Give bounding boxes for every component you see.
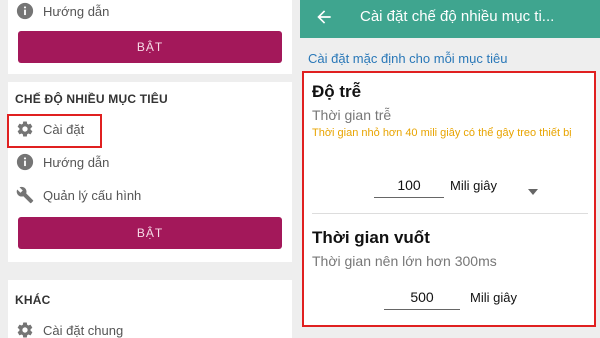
delay-value-input[interactable]: 100 <box>374 177 444 193</box>
delay-subtitle: Thời gian trễ <box>312 107 392 123</box>
swipe-value-input[interactable]: 500 <box>384 289 460 305</box>
swipe-unit-label: Mili giây <box>470 290 517 305</box>
left-panel: Hướng dẫn BẬT CHẾ ĐỘ NHIỀU MỤC TIÊU Cài … <box>0 0 300 338</box>
delay-unit-select[interactable]: Mili giây <box>450 178 497 193</box>
help-label: Hướng dẫn <box>43 3 110 19</box>
swipe-input-underline <box>384 309 460 310</box>
config-manager-label: Quản lý cấu hình <box>43 187 142 203</box>
back-arrow-icon[interactable] <box>314 7 334 27</box>
app-bar: Cài đặt chế độ nhiều mục ti... <box>300 0 600 38</box>
help-row[interactable]: Hướng dẫn <box>8 0 292 24</box>
multi-target-card: CHẾ ĐỘ NHIỀU MỤC TIÊU Cài đặt Hướng dẫn … <box>8 82 292 262</box>
general-settings-row[interactable]: Cài đặt chung <box>8 317 292 338</box>
swipe-heading: Thời gian vuốt <box>312 228 430 247</box>
help-row[interactable]: Hướng dẫn <box>8 149 292 175</box>
wrench-icon <box>15 185 35 205</box>
info-icon <box>15 1 35 21</box>
swipe-subtitle: Thời gian nên lớn hơn 300ms <box>312 253 497 269</box>
gear-icon <box>15 320 35 338</box>
highlight-box <box>7 114 102 148</box>
page-title: Cài đặt chế độ nhiều mục ti... <box>360 8 555 25</box>
delay-warning: Thời gian nhỏ hơn 40 mili giây có thể gâ… <box>312 127 572 139</box>
help-card: Hướng dẫn BẬT <box>8 0 292 74</box>
section-title-other: KHÁC <box>15 293 51 307</box>
delay-heading: Độ trễ <box>312 82 362 101</box>
divider <box>312 213 588 214</box>
other-card: KHÁC Cài đặt chung <box>8 280 292 338</box>
enable-button[interactable]: BẬT <box>18 217 282 249</box>
settings-box: Độ trễ Thời gian trễ Thời gian nhỏ hơn 4… <box>302 71 596 327</box>
help-label: Hướng dẫn <box>43 154 110 170</box>
delay-input-underline <box>374 197 444 198</box>
enable-button[interactable]: BẬT <box>18 31 282 63</box>
default-settings-header: Cài đặt mặc định cho mỗi mục tiêu <box>308 51 508 66</box>
info-icon <box>15 152 35 172</box>
config-manager-row[interactable]: Quản lý cấu hình <box>8 182 292 208</box>
section-title-multi-target: CHẾ ĐỘ NHIỀU MỤC TIÊU <box>15 92 168 106</box>
general-settings-label: Cài đặt chung <box>43 322 124 338</box>
dropdown-arrow-icon[interactable] <box>528 182 538 200</box>
